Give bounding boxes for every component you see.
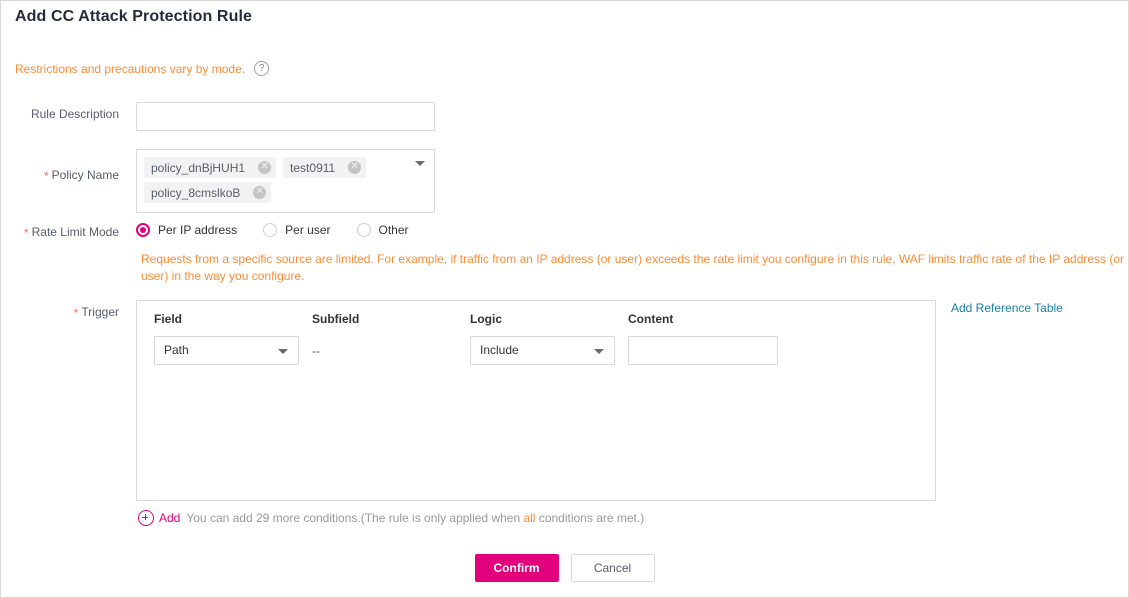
notice-text: Restrictions and precautions vary by mod… [15,61,246,76]
column-header-logic: Logic [470,312,502,326]
logic-select[interactable]: Include [470,336,615,365]
rate-limit-mode-row: * Rate Limit Mode Per IP address Per user… [1,220,435,240]
column-header-subfield: Subfield [312,312,360,326]
policy-tag-label: policy_dnBjHUH1 [151,160,246,175]
table-row: Path -- Include [137,326,935,365]
close-circle-icon[interactable]: ✕ [348,161,362,174]
radio-dot-icon [263,222,278,237]
subfield-cell: -- [312,344,470,358]
radio-other[interactable]: Other [356,222,409,237]
chevron-down-icon [594,349,604,354]
trigger-field-wrap: Field Subfield Logic Content Path -- Inc… [136,300,936,501]
policy-tag: policy_8cmslkoB ✕ [144,182,272,203]
rule-description-label: Rule Description [30,107,119,121]
rate-limit-mode-help-text: Requests from a specific source are limi… [141,252,1125,283]
content-input[interactable] [628,336,778,365]
policy-tag: policy_dnBjHUH1 ✕ [144,157,277,178]
policy-name-multiselect[interactable]: policy_dnBjHUH1 ✕ test0911 ✕ policy_8cmslkoB… [136,149,435,213]
add-condition-button[interactable]: Add [159,511,180,525]
policy-name-field-wrap: policy_dnBjHUH1 ✕ test0911 ✕ policy_8cmslkoB… [136,149,435,213]
field-cell: Path [137,336,312,365]
hint-after: conditions are met.) [535,511,645,525]
subfield-value: -- [312,343,320,358]
rate-limit-mode-label-text: Rate Limit Mode [31,225,119,239]
rule-description-input[interactable] [136,102,435,131]
column-header-field: Field [154,312,183,326]
field-select[interactable]: Path [154,336,299,365]
add-cc-attack-protection-rule-dialog: Add CC Attack Protection Rule Restrictio… [0,0,1129,598]
radio-label: Other [378,222,409,237]
hint-before: You can add 29 more conditions.(The rule… [186,511,524,525]
policy-name-label: * Policy Name [1,149,119,213]
column-header-content: Content [628,312,674,326]
radio-dot-icon [356,222,371,237]
page-title: Add CC Attack Protection Rule [15,8,252,25]
policy-tag: test0911 ✕ [283,157,367,178]
close-circle-icon[interactable]: ✕ [258,161,272,174]
trigger-label: * Trigger [1,300,119,501]
logic-select-value: Include [480,343,519,357]
rule-description-row: Rule Description [1,102,435,131]
radio-label: Per user [285,222,331,237]
trigger-conditions-table: Field Subfield Logic Content Path -- Inc… [136,300,936,501]
required-marker: * [73,306,79,320]
logic-cell: Include [470,336,628,365]
close-circle-icon[interactable]: ✕ [253,186,267,199]
radio-per-user[interactable]: Per user [263,222,331,237]
policy-tag-label: policy_8cmslkoB [151,185,241,200]
trigger-label-text: Trigger [81,305,119,319]
field-select-value: Path [164,343,189,357]
plus-circle-icon[interactable] [138,510,154,526]
cancel-button[interactable]: Cancel [570,554,655,582]
rate-limit-mode-label: * Rate Limit Mode [1,220,119,240]
add-condition-hint: You can add 29 more conditions.(The rule… [186,511,644,525]
hint-highlight: all [523,511,536,525]
rate-limit-mode-radio-group: Per IP address Per user Other [136,220,435,239]
policy-name-label-text: Policy Name [51,168,119,182]
dialog-footer: Confirm Cancel [1,554,1128,582]
policy-name-row: * Policy Name policy_dnBjHUH1 ✕ test0911 ✕ po… [1,149,435,213]
radio-per-ip-address[interactable]: Per IP address [136,222,238,237]
question-circle-icon[interactable]: ? [254,61,270,76]
rule-description-field-wrap [136,102,435,131]
chevron-down-icon [278,349,288,354]
chevron-down-icon[interactable] [415,161,425,166]
radio-dot-icon [136,222,150,237]
add-reference-table-link[interactable]: Add Reference Table [951,301,1063,315]
required-marker: * [23,226,29,240]
confirm-button[interactable]: Confirm [474,554,559,582]
policy-tag-label: test0911 [290,160,336,175]
required-marker: * [43,169,49,183]
add-condition-row: Add You can add 29 more conditions.(The … [138,510,644,526]
trigger-table-header: Field Subfield Logic Content [137,301,935,326]
content-cell [628,336,788,365]
radio-label: Per IP address [158,222,238,237]
trigger-row: * Trigger Field Subfield Logic Content Pa… [1,300,936,501]
mode-restrictions-notice: Restrictions and precautions vary by mod… [15,61,270,76]
